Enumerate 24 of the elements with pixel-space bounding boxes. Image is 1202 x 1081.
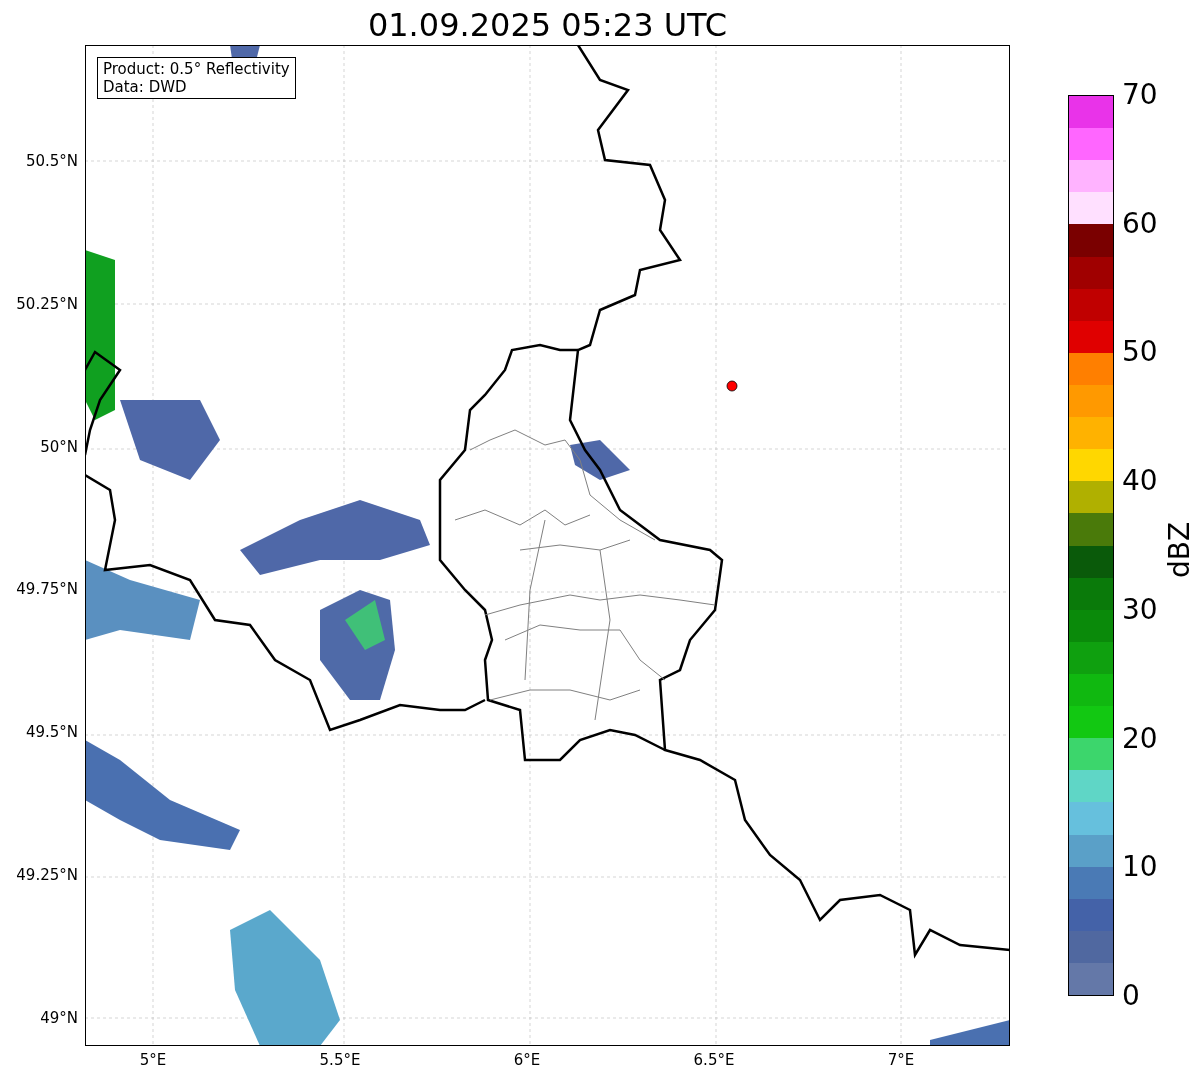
chart-title: 01.09.2025 05:23 UTC [367,5,728,45]
longitude-label: 5°E [139,1051,167,1069]
colorbar-tick-label: 10 [1122,851,1158,884]
colorbar-tick-label: 30 [1122,593,1158,626]
colorbar-tick-label: 20 [1122,722,1158,755]
longitude-label: 7°E [887,1051,915,1069]
colorbar-tick-label: 40 [1122,465,1158,498]
colorbar-tick-label: 60 [1122,207,1158,240]
latitude-label: 49°N [40,1008,78,1027]
longitude-label: 6.5°E [693,1051,735,1069]
colorbar-tick-label: 70 [1122,79,1158,111]
latitude-label: 49.25°N [16,866,78,884]
latitude-label: 50°N [40,437,78,456]
longitude-label: 6°E [513,1051,541,1069]
latitude-label: 50.25°N [16,294,78,313]
colorbar-label: dBZ [1164,521,1196,579]
colorbar-tick-label: 0 [1122,979,1140,1012]
longitude-label: 5.5°E [319,1051,361,1069]
info-text: Product: 0.5° Reflectivity [103,60,290,78]
latitude-label: 49.75°N [16,580,78,599]
latitude-label: 50.5°N [25,152,78,170]
info-text: Data: DWD [103,78,188,96]
latitude-label: 49.5°N [25,723,78,742]
colorbar-tick-label: 50 [1122,336,1158,369]
